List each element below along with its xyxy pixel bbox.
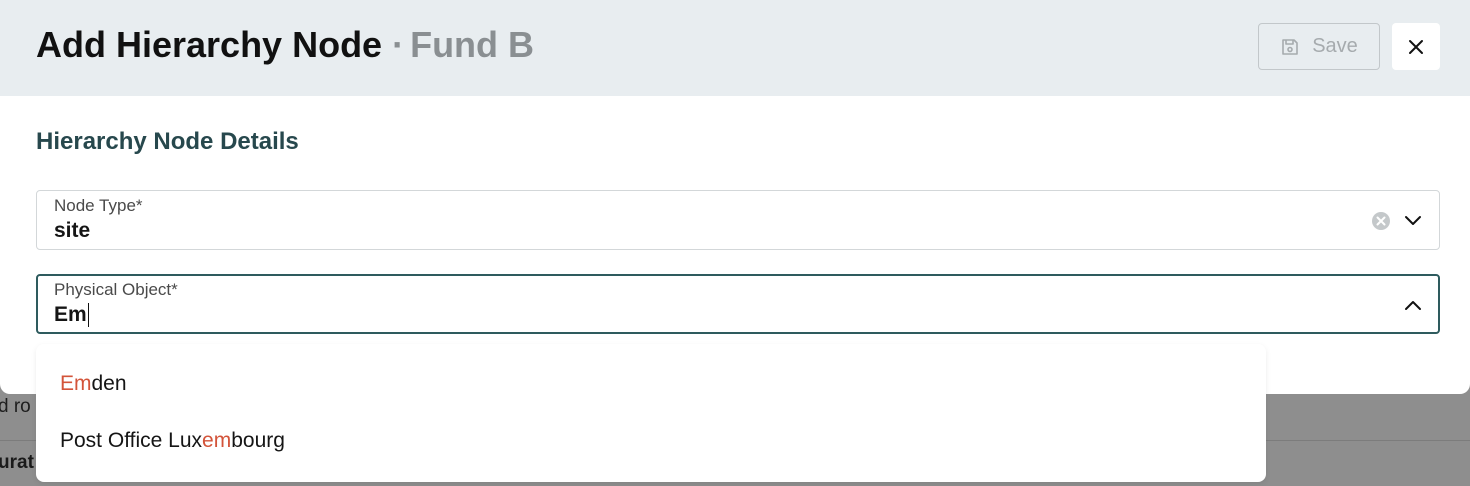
node-type-value: site	[54, 219, 91, 242]
chevron-up-icon[interactable]	[1403, 297, 1423, 313]
clear-icon[interactable]	[1371, 211, 1391, 231]
option-text-after: bourg	[231, 429, 285, 452]
physical-object-combobox[interactable]: Physical Object* Em	[36, 274, 1440, 334]
node-type-select[interactable]: Node Type* site	[36, 190, 1440, 250]
modal-title-text: Add Hierarchy Node	[36, 24, 383, 65]
title-separator: ·	[392, 24, 405, 65]
physical-object-value: Em	[54, 303, 87, 326]
add-node-modal: Add Hierarchy Node · Fund B Save Hierarchy…	[0, 0, 1470, 394]
close-button[interactable]	[1392, 23, 1440, 70]
modal-header: Add Hierarchy Node · Fund B Save	[0, 0, 1470, 96]
physical-object-input[interactable]: Em	[54, 303, 90, 327]
text-caret	[87, 303, 90, 327]
background-text-bold: urat	[0, 452, 34, 473]
section-title: Hierarchy Node Details	[36, 128, 299, 155]
save-button-label: Save	[1312, 35, 1358, 57]
modal-subtitle: Fund B	[410, 24, 535, 65]
save-button[interactable]: Save	[1258, 23, 1380, 70]
floppy-disk-icon	[1282, 38, 1299, 55]
option-text-before: Post Office Lux	[60, 429, 203, 452]
chevron-down-icon[interactable]	[1403, 213, 1423, 229]
option-text-after: den	[91, 372, 127, 395]
option-post-office-luxembourg[interactable]: Post Office Luxembourg	[60, 429, 285, 453]
physical-object-label: Physical Object*	[54, 280, 178, 299]
physical-object-options: Emden Post Office Luxembourg	[36, 344, 1266, 482]
modal-title: Add Hierarchy Node · Fund B	[36, 24, 534, 66]
node-type-label: Node Type*	[54, 196, 143, 215]
option-match-highlight: em	[202, 429, 232, 452]
background-text: d ro	[0, 396, 31, 417]
option-emden[interactable]: Emden	[60, 372, 127, 396]
option-match-highlight: Em	[60, 372, 92, 395]
close-icon	[1409, 39, 1423, 54]
